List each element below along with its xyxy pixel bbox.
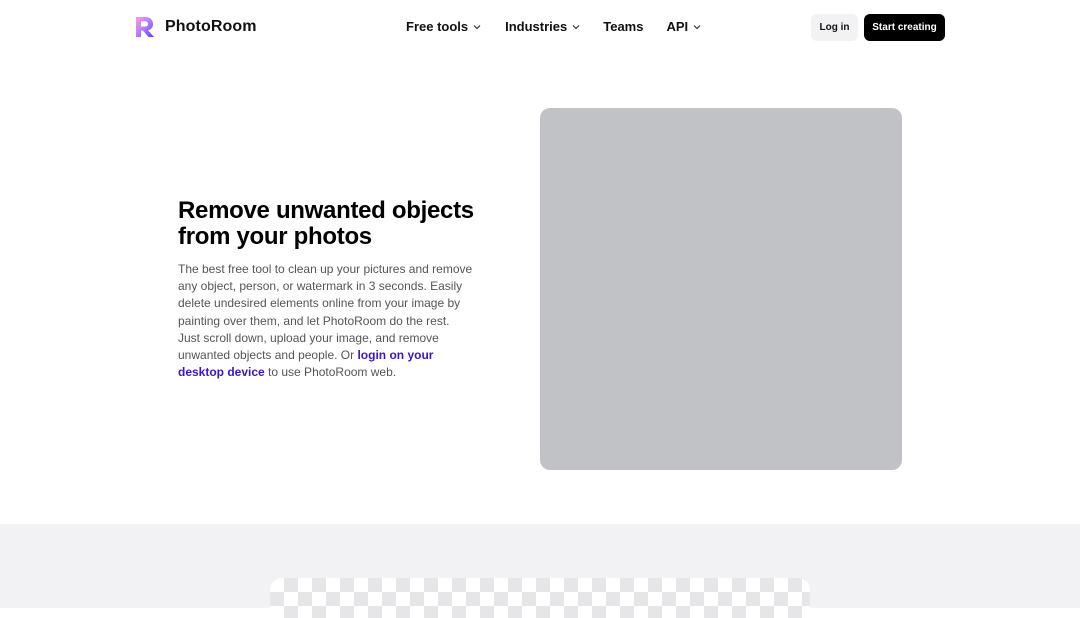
hero-description-text: The best free tool to clean up your pict… [178,262,473,363]
hero-description-text-end: to use PhotoRoom web. [264,365,397,380]
menu-teams[interactable]: Teams [603,19,643,34]
brand-logo[interactable]: PhotoRoom [134,15,257,39]
chevron-down-icon [572,24,580,29]
menu-teams-label: Teams [603,19,644,34]
chevron-down-icon [473,24,481,29]
menu-free-tools-label: Free tools [406,19,469,34]
chevron-down-icon [693,24,701,29]
hero-title: Remove unwanted objects from your photos [178,197,474,250]
login-button[interactable]: Log in [811,14,858,41]
transparent-checkerboard-canvas[interactable] [270,578,810,618]
brand-name: PhotoRoom [165,18,257,35]
photoroom-logo-icon [136,17,154,37]
menu-api-label: API [666,19,689,34]
menu-industries[interactable]: Industries [505,19,580,34]
main-menu: Free tools Industries Teams API [406,19,701,34]
top-navigation: PhotoRoom Free tools Industries Teams AP… [0,0,1080,54]
upload-section [0,524,1080,618]
menu-industries-label: Industries [505,19,568,34]
hero-description: The best free tool to clean up your pict… [178,261,474,381]
start-creating-button[interactable]: Start creating [864,14,945,41]
menu-api[interactable]: API [666,19,701,34]
hero-image-placeholder [540,108,902,470]
menu-free-tools[interactable]: Free tools [406,19,481,34]
